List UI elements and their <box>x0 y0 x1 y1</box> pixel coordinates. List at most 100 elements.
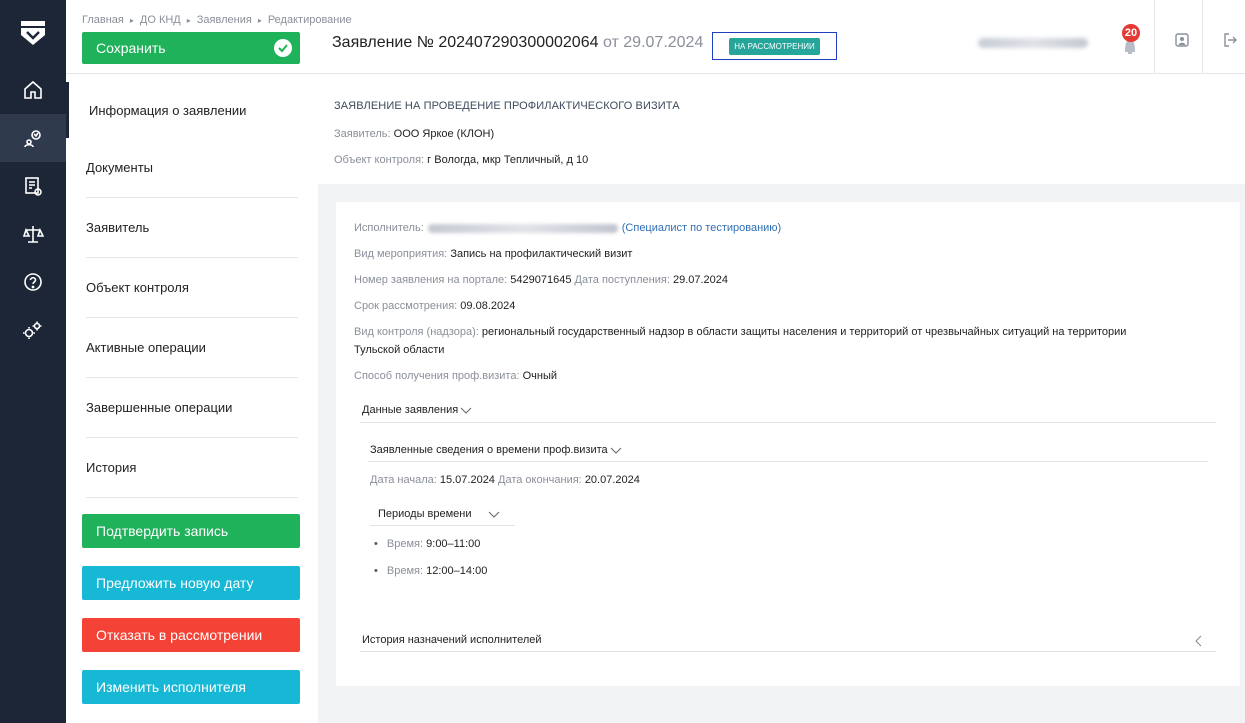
change-executor-button[interactable]: Изменить исполнителя <box>82 670 300 704</box>
nav-item-applicant[interactable]: Заявитель <box>86 198 298 258</box>
executor-name <box>427 223 618 233</box>
button-label: Изменить исполнителя <box>96 679 246 695</box>
app-logo-icon[interactable] <box>18 18 48 48</box>
divider <box>370 525 515 526</box>
time-periods-toggle[interactable]: Периоды времени <box>378 508 500 520</box>
control-type-label: Вид контроля (надзора): <box>354 326 479 338</box>
end-date-value: 20.07.2024 <box>584 474 640 486</box>
reject-button[interactable]: Отказать в рассмотрении <box>82 618 300 652</box>
application-data-toggle[interactable]: Данные заявления <box>362 404 472 416</box>
application-number: № 202407290300002064 <box>416 34 599 51</box>
chevron-left-icon[interactable] <box>1194 634 1204 652</box>
breadcrumb-item: Редактирование <box>267 14 352 26</box>
propose-new-date-button[interactable]: Предложить новую дату <box>82 566 300 600</box>
control-object-line: Объект контроля: г Вологда, мкр Тепличны… <box>334 154 588 166</box>
applications-icon[interactable] <box>0 114 66 162</box>
section-title: Данные заявления <box>362 404 459 416</box>
divider <box>360 651 1216 652</box>
control-type-line-cont: Тульской области <box>354 344 445 356</box>
section-title: История назначений исполнителей <box>362 634 542 646</box>
chevron-down-icon <box>488 511 499 518</box>
nav-item-label: Информация о заявлении <box>89 102 247 118</box>
event-type-value: Запись на профилактический визит <box>450 248 633 260</box>
application-type-title: ЗАЯВЛЕНИЕ НА ПРОВЕДЕНИЕ ПРОФИЛАКТИЧЕСКОГ… <box>334 100 680 112</box>
deadline-value: 09.08.2024 <box>460 300 516 312</box>
help-icon[interactable] <box>0 258 66 306</box>
control-type-value: региональный государственный надзор в об… <box>481 326 1127 338</box>
control-object-label: Объект контроля: <box>334 154 425 166</box>
time-value: 12:00–14:00 <box>426 565 488 577</box>
breadcrumb-item[interactable]: ДО КНД <box>140 14 181 26</box>
status-highlight: НА РАССМОТРЕНИИ <box>712 32 837 60</box>
section-title: Заявленные сведения о времени проф.визит… <box>370 444 608 456</box>
section-nav: Информация о заявлении Документы Заявите… <box>66 74 318 723</box>
executor-role-link[interactable]: (Специалист по тестированию) <box>622 222 781 234</box>
user-name[interactable] <box>978 38 1088 48</box>
portal-number-label: Номер заявления на портале: <box>354 274 508 286</box>
executor-line: Исполнитель: (Специалист по тестированию) <box>354 222 781 234</box>
scales-icon[interactable] <box>0 210 66 258</box>
breadcrumb-item[interactable]: Главная <box>82 14 124 26</box>
breadcrumb-item[interactable]: Заявления <box>197 14 252 26</box>
divider <box>1154 0 1155 74</box>
nav-item-label: Объект контроля <box>86 280 189 295</box>
applicant-value: ООО Яркое (КЛОН) <box>393 128 495 140</box>
time-value: 9:00–11:00 <box>426 538 481 550</box>
save-button-label: Сохранить <box>96 40 166 56</box>
visit-method-label: Способ получения проф.визита: <box>354 370 520 382</box>
control-type-line: Вид контроля (надзора): региональный гос… <box>354 326 1126 338</box>
nav-item-control-object[interactable]: Объект контроля <box>86 258 298 318</box>
nav-item-active-operations[interactable]: Активные операции <box>86 318 298 378</box>
time-label: Время: <box>386 565 424 577</box>
time-label: Время: <box>386 538 424 550</box>
logout-icon[interactable] <box>1222 32 1240 50</box>
save-button[interactable]: Сохранить <box>82 32 300 64</box>
declared-time-toggle[interactable]: Заявленные сведения о времени проф.визит… <box>370 444 622 456</box>
nav-item-label: История <box>86 460 137 475</box>
section-title: Периоды времени <box>378 508 472 520</box>
home-icon[interactable] <box>0 66 66 114</box>
deadline-line: Срок рассмотрения: 09.08.2024 <box>354 300 515 312</box>
visit-method-value: Очный <box>522 370 557 382</box>
application-date: от 29.07.2024 <box>602 34 704 51</box>
chevron-down-icon <box>610 447 622 454</box>
settings-icon[interactable] <box>0 306 66 354</box>
portal-number-value: 5429071645 <box>510 274 572 286</box>
nav-item-completed-operations[interactable]: Завершенные операции <box>86 378 298 438</box>
time-period-item: Время: 9:00–11:00 <box>374 538 480 550</box>
notifications-count: 20 <box>1122 24 1140 42</box>
executor-history-toggle[interactable]: История назначений исполнителей <box>362 634 542 646</box>
status-badge: НА РАССМОТРЕНИИ <box>729 37 820 55</box>
confirm-booking-button[interactable]: Подтвердить запись <box>82 514 300 548</box>
control-object-value: г Вологда, мкр Тепличный, д 10 <box>427 154 589 166</box>
button-label: Подтвердить запись <box>96 523 229 539</box>
event-type-label: Вид мероприятия: <box>354 248 448 260</box>
nav-item-label: Заявитель <box>86 220 150 235</box>
application-details: Исполнитель: (Специалист по тестированию)… <box>336 202 1240 686</box>
profile-icon[interactable] <box>1174 32 1192 50</box>
page-title: Заявление № 202407290300002064 от 29.07.… <box>332 34 703 52</box>
start-date-value: 15.07.2024 <box>439 474 495 486</box>
end-date-label: Дата окончания: <box>498 474 582 486</box>
deadline-label: Срок рассмотрения: <box>354 300 458 312</box>
nav-item-history[interactable]: История <box>86 438 298 498</box>
button-label: Отказать в рассмотрении <box>96 627 263 643</box>
nav-item-application-info[interactable]: Информация о заявлении <box>66 82 318 138</box>
divider <box>360 422 1216 423</box>
nav-item-label: Завершенные операции <box>86 400 233 415</box>
divider <box>1202 0 1203 74</box>
nav-item-documents[interactable]: Документы <box>86 138 298 198</box>
date-range-line: Дата начала: 15.07.2024 Дата окончания: … <box>370 474 640 486</box>
documents-icon[interactable] <box>0 162 66 210</box>
event-type-line: Вид мероприятия: Запись на профилактичес… <box>354 248 632 260</box>
received-date-label: Дата поступления: <box>574 274 670 286</box>
portal-number-line: Номер заявления на портале: 5429071645 Д… <box>354 274 728 286</box>
nav-item-label: Документы <box>86 160 154 175</box>
visit-method-line: Способ получения проф.визита: Очный <box>354 370 557 382</box>
application-summary: ЗАЯВЛЕНИЕ НА ПРОВЕДЕНИЕ ПРОФИЛАКТИЧЕСКОГ… <box>318 74 1245 184</box>
title-prefix: Заявление <box>332 34 413 51</box>
top-header: Главная ▸ ДО КНД ▸ Заявления ▸ Редактирование … <box>66 0 1245 74</box>
button-label: Предложить новую дату <box>96 575 254 591</box>
nav-item-label: Активные операции <box>86 340 206 355</box>
applicant-line: Заявитель: ООО Яркое (КЛОН) <box>334 128 494 140</box>
